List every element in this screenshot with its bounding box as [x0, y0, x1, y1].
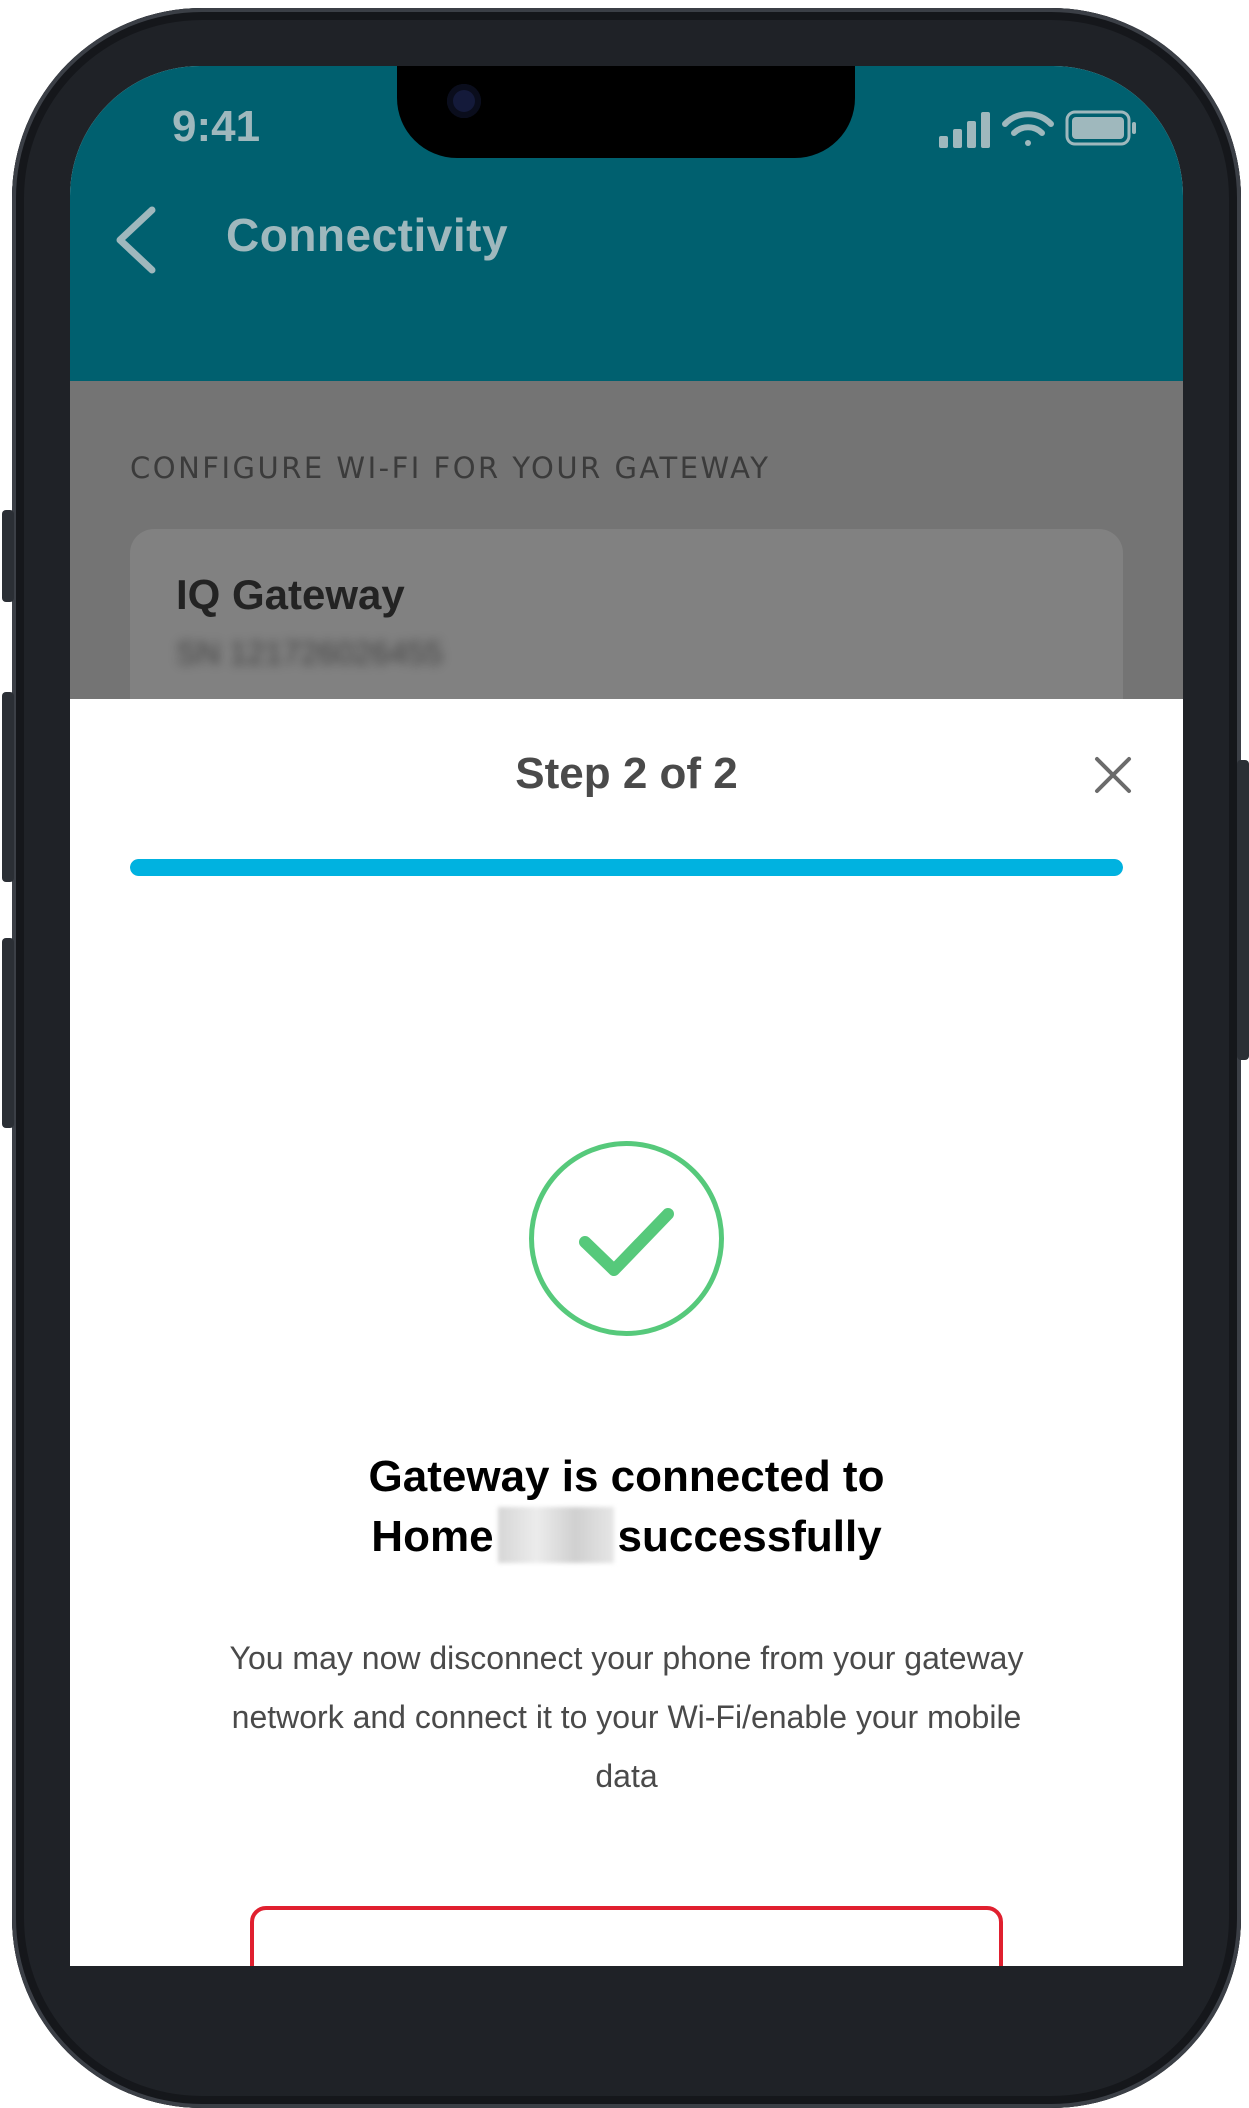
status-icons — [939, 110, 1136, 148]
dimmed-background: CONFIGURE WI-FI FOR YOUR GATEWAY IQ Gate… — [70, 381, 1183, 729]
front-camera — [447, 84, 481, 118]
action-button[interactable] — [250, 1906, 1003, 1966]
redacted-network-name — [497, 1507, 614, 1563]
progress-bar — [130, 859, 1123, 876]
page-title: Connectivity — [226, 209, 509, 261]
side-button-mute — [2, 510, 14, 602]
success-heading-suffix: successfully — [617, 1512, 882, 1561]
gateway-serial: SN 121726026455 — [176, 635, 443, 671]
step-indicator: Step 2 of 2 — [515, 749, 738, 798]
wifi-icon — [1002, 111, 1054, 146]
gateway-name: IQ Gateway — [176, 571, 405, 618]
checkmark-circle-icon — [529, 1141, 724, 1336]
notch — [397, 66, 855, 158]
status-time: 9:41 — [172, 102, 261, 151]
side-button-power — [1237, 760, 1249, 1060]
side-button-volume-up — [2, 692, 14, 882]
bottom-sheet: Step 2 of 2 Gateway is connected to Home… — [70, 699, 1183, 1966]
section-label: CONFIGURE WI-FI FOR YOUR GATEWAY — [130, 451, 771, 485]
back-chevron-icon[interactable] — [112, 206, 162, 274]
battery-icon — [1065, 110, 1136, 146]
phone-screen: 9:41 Connectivity CONFIGURE WI-FI FOR YO… — [70, 66, 1183, 1966]
success-heading-prefix: Gateway is connected to — [368, 1452, 885, 1501]
app-header: 9:41 Connectivity — [70, 66, 1183, 381]
progress-bar-fill — [130, 859, 1123, 876]
success-heading-network: Home — [371, 1512, 494, 1561]
cellular-signal-icon — [939, 112, 990, 148]
side-button-volume-down — [2, 938, 14, 1128]
close-icon[interactable] — [1093, 755, 1133, 795]
success-heading: Gateway is connected to Home successfully — [70, 1447, 1183, 1567]
success-description: You may now disconnect your phone from y… — [229, 1640, 1024, 1794]
